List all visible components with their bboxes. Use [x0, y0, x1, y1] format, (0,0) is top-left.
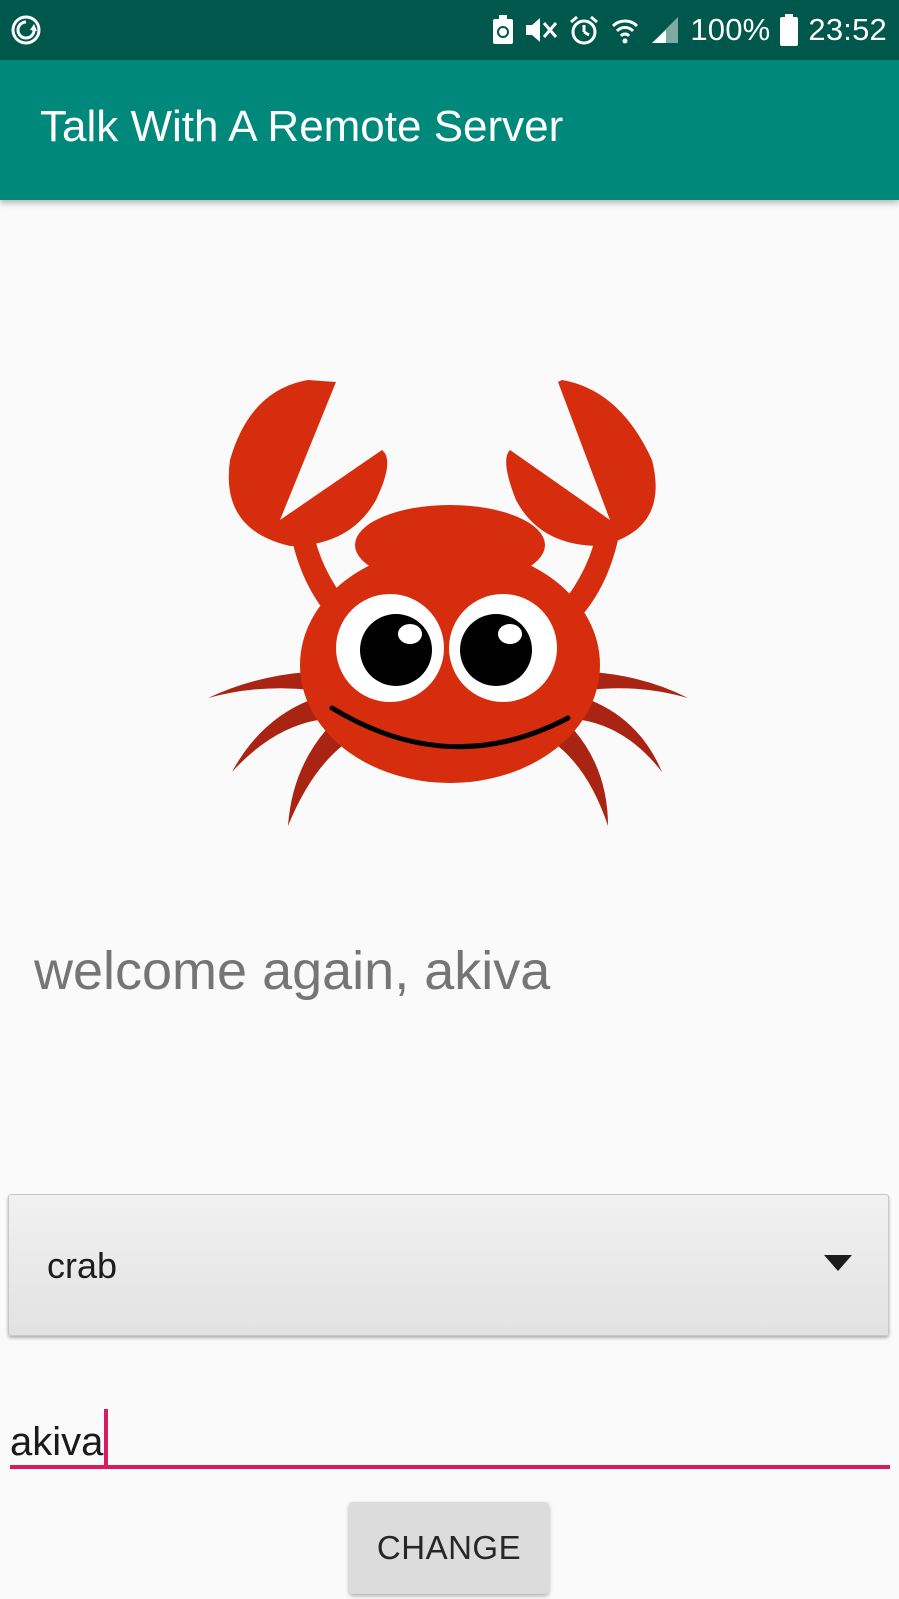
welcome-message: welcome again, akiva	[34, 941, 551, 1001]
dropdown-arrow-icon	[824, 1255, 852, 1271]
animal-spinner[interactable]: crab	[8, 1194, 889, 1336]
name-input[interactable]: akiva	[10, 1395, 890, 1469]
clock: 23:52	[808, 12, 887, 47]
battery-saver-icon	[493, 15, 514, 44]
name-input-text: akiva	[10, 1409, 109, 1465]
sync-icon	[11, 15, 41, 45]
status-icons: 100% 23:52	[492, 0, 887, 60]
battery-percent: 100%	[690, 12, 771, 47]
status-bar: 100% 23:52	[0, 0, 899, 60]
app-title: Talk With A Remote Server	[40, 102, 564, 151]
alarm-icon	[570, 15, 599, 45]
wifi-icon	[612, 19, 639, 44]
change-button[interactable]: CHANGE	[349, 1502, 549, 1594]
name-input-value: akiva	[10, 1420, 104, 1464]
signal-icon	[652, 17, 679, 43]
spinner-selected-value: crab	[47, 1245, 118, 1286]
crab-illustration	[208, 380, 688, 826]
app-bar: Talk With A Remote Server	[0, 60, 899, 200]
mute-icon	[526, 18, 558, 42]
text-cursor	[104, 1409, 109, 1465]
battery-icon	[780, 14, 799, 46]
